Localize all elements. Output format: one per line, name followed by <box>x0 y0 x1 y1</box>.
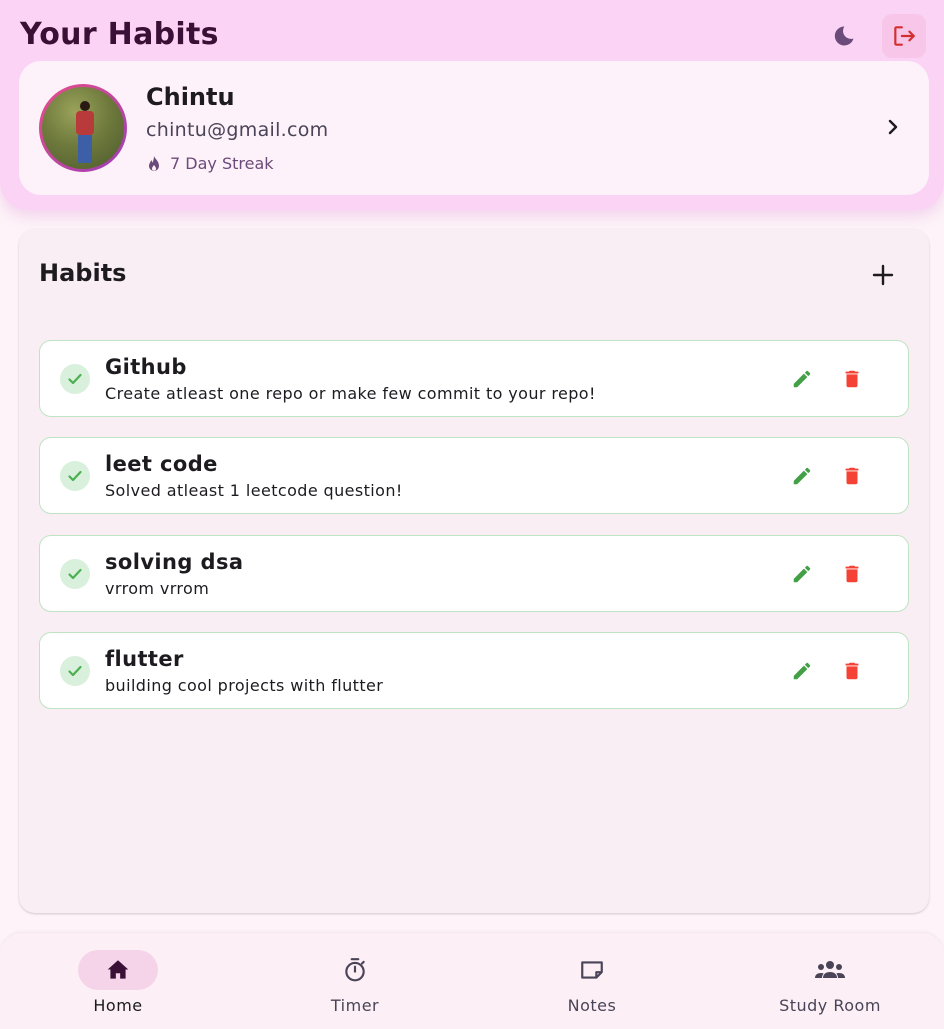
plus-icon <box>872 264 894 286</box>
home-icon <box>107 960 129 979</box>
pencil-icon <box>793 565 811 583</box>
check-icon <box>68 568 82 580</box>
nav-indicator <box>552 950 632 990</box>
nav-item-notes[interactable]: Notes <box>474 933 710 1029</box>
trash-icon <box>845 467 859 485</box>
theme-toggle-button[interactable] <box>822 14 866 58</box>
nav-label: Study Room <box>779 996 881 1015</box>
profile-card[interactable]: Chintu chintu@gmail.com 7 Day Streak <box>19 61 929 195</box>
habits-title: Habits <box>39 259 127 287</box>
add-habit-button[interactable] <box>861 253 905 297</box>
nav-item-study-room[interactable]: Study Room <box>712 933 944 1029</box>
nav-indicator <box>78 950 158 990</box>
habit-item[interactable]: Github Create atleast one repo or make f… <box>39 340 909 417</box>
habit-name: Github <box>105 355 187 379</box>
habit-description: Create atleast one repo or make few comm… <box>105 384 596 403</box>
nav-item-home[interactable]: Home <box>0 933 236 1029</box>
habits-panel: Habits Github Create atleast one repo or… <box>19 229 929 913</box>
pencil-icon <box>793 467 811 485</box>
avatar-photo <box>42 87 124 169</box>
pencil-icon <box>793 662 811 680</box>
logout-icon <box>894 26 915 46</box>
notes-icon <box>581 961 603 979</box>
delete-habit-button[interactable] <box>838 462 866 490</box>
nav-indicator <box>315 950 395 990</box>
habit-description: building cool projects with flutter <box>105 676 384 695</box>
habit-check-button[interactable] <box>60 559 90 589</box>
edit-habit-button[interactable] <box>788 657 816 685</box>
nav-label: Home <box>93 996 143 1015</box>
habit-check-button[interactable] <box>60 364 90 394</box>
delete-habit-button[interactable] <box>838 365 866 393</box>
habit-check-button[interactable] <box>60 461 90 491</box>
group-icon <box>815 961 845 978</box>
chevron-right-icon[interactable] <box>881 115 905 139</box>
habit-item[interactable]: leet code Solved atleast 1 leetcode ques… <box>39 437 909 514</box>
trash-icon <box>845 662 859 680</box>
habit-check-button[interactable] <box>60 656 90 686</box>
timer-icon <box>345 958 365 982</box>
pencil-icon <box>793 370 811 388</box>
trash-icon <box>845 370 859 388</box>
nav-indicator <box>790 950 870 990</box>
habit-description: Solved atleast 1 leetcode question! <box>105 481 403 500</box>
page: Your Habits Chintu chintu@gmail.com 7 Da… <box>0 0 944 1029</box>
page-title: Your Habits <box>20 17 219 52</box>
profile-name: Chintu <box>146 83 235 111</box>
edit-habit-button[interactable] <box>788 462 816 490</box>
nav-item-timer[interactable]: Timer <box>237 933 473 1029</box>
habit-name: solving dsa <box>105 550 244 574</box>
habit-item[interactable]: flutter building cool projects with flut… <box>39 632 909 709</box>
delete-habit-button[interactable] <box>838 657 866 685</box>
habit-description: vrrom vrrom <box>105 579 210 598</box>
habit-name: leet code <box>105 452 218 476</box>
flame-icon <box>149 155 159 171</box>
profile-email: chintu@gmail.com <box>146 119 329 141</box>
check-icon <box>68 665 82 677</box>
streak-badge: 7 Day Streak <box>146 154 274 173</box>
habit-item[interactable]: solving dsa vrrom vrrom <box>39 535 909 612</box>
check-icon <box>68 373 82 385</box>
logout-button[interactable] <box>882 14 926 58</box>
app-header: Your Habits Chintu chintu@gmail.com 7 Da… <box>0 0 944 210</box>
moon-icon <box>834 26 854 46</box>
check-icon <box>68 470 82 482</box>
habit-name: flutter <box>105 647 184 671</box>
nav-label: Notes <box>567 996 617 1015</box>
avatar <box>39 84 127 172</box>
trash-icon <box>845 565 859 583</box>
streak-label: 7 Day Streak <box>170 154 274 173</box>
edit-habit-button[interactable] <box>788 560 816 588</box>
delete-habit-button[interactable] <box>838 560 866 588</box>
bottom-navigation: Home Timer Notes Study Room <box>0 933 944 1029</box>
nav-label: Timer <box>330 996 380 1015</box>
edit-habit-button[interactable] <box>788 365 816 393</box>
